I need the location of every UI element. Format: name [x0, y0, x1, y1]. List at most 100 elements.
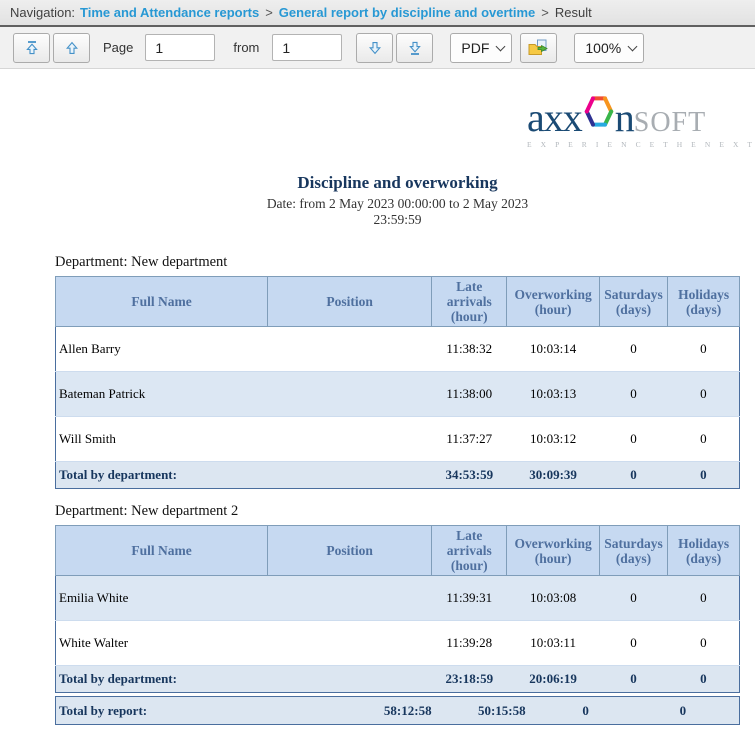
breadcrumb-separator: > — [265, 5, 273, 20]
logo-tagline: E X P E R I E N C E T H E N E X T ° — [527, 140, 740, 149]
axxonsoft-logo: axx n SOFT E X P E R I E N C E T H E N E… — [527, 95, 740, 149]
department-total-row: Total by department:34:53:5930:09:3900 — [56, 462, 740, 489]
breadcrumb-link[interactable]: General report by discipline and overtim… — [279, 5, 535, 20]
cell-position — [268, 417, 432, 462]
department-total-value: 20:06:19 — [507, 666, 599, 693]
next-page-button[interactable] — [356, 33, 393, 63]
report-date-line2: 23:59:59 — [55, 212, 740, 228]
cell-value: 0 — [599, 621, 667, 666]
cell-position — [268, 576, 432, 621]
report-total-label: Total by report: — [56, 697, 357, 725]
report-total-value: 0 — [627, 697, 740, 725]
cell-full-name: Bateman Patrick — [56, 372, 268, 417]
cell-value: 0 — [599, 576, 667, 621]
report-total-value: 0 — [545, 697, 627, 725]
breadcrumb: Time and Attendance reports > General repo… — [80, 5, 592, 20]
column-header: Saturdays (days) — [599, 526, 667, 576]
cell-full-name: Will Smith — [56, 417, 268, 462]
column-header: Late arrivals (hour) — [432, 277, 507, 327]
column-header: Overworking (hour) — [507, 277, 599, 327]
arrow-down-to-line-icon — [407, 40, 423, 56]
report-date-line1: Date: from 2 May 2023 00:00:00 to 2 May … — [55, 196, 740, 212]
cell-full-name: Emilia White — [56, 576, 268, 621]
table-row: Will Smith11:37:2710:03:1200 — [56, 417, 740, 462]
page-number-input[interactable] — [145, 34, 215, 61]
cell-full-name: White Walter — [56, 621, 268, 666]
export-button[interactable] — [520, 33, 557, 63]
department-table: Full NamePositionLate arrivals (hour)Ove… — [55, 525, 740, 693]
cell-value: 0 — [668, 576, 740, 621]
department-total-value: 0 — [668, 666, 740, 693]
cell-value: 11:39:31 — [432, 576, 507, 621]
cell-value: 11:38:32 — [432, 327, 507, 372]
cell-value: 10:03:14 — [507, 327, 599, 372]
table-row: Emilia White11:39:3110:03:0800 — [56, 576, 740, 621]
breadcrumb-link[interactable]: Time and Attendance reports — [80, 5, 259, 20]
column-header: Holidays (days) — [668, 277, 740, 327]
from-label: from — [233, 40, 259, 55]
cell-value: 10:03:11 — [507, 621, 599, 666]
table-header-row: Full NamePositionLate arrivals (hour)Ove… — [56, 277, 740, 327]
cell-value: 10:03:08 — [507, 576, 599, 621]
department-total-value: 0 — [668, 462, 740, 489]
cell-value: 10:03:13 — [507, 372, 599, 417]
department-total-value: 0 — [599, 666, 667, 693]
breadcrumb-separator: > — [541, 5, 549, 20]
column-header: Full Name — [56, 526, 268, 576]
column-header: Saturdays (days) — [599, 277, 667, 327]
column-header: Late arrivals (hour) — [432, 526, 507, 576]
table-row: Bateman Patrick11:38:0010:03:1300 — [56, 372, 740, 417]
arrow-up-icon — [64, 40, 80, 56]
report-total-value: 58:12:58 — [356, 697, 459, 725]
cell-value: 11:37:27 — [432, 417, 507, 462]
table-row: White Walter11:39:2810:03:1100 — [56, 621, 740, 666]
department-label: Department: New department 2 — [55, 503, 740, 520]
cell-value: 0 — [668, 327, 740, 372]
department-total-row: Total by department:23:18:5920:06:1900 — [56, 666, 740, 693]
department-total-value: 23:18:59 — [432, 666, 507, 693]
logo-text-left: axx — [527, 102, 582, 133]
last-page-button[interactable] — [396, 33, 433, 63]
cell-value: 0 — [668, 417, 740, 462]
report-title: Discipline and overworking — [55, 173, 740, 193]
cell-value: 0 — [599, 327, 667, 372]
column-header: Holidays (days) — [668, 526, 740, 576]
arrow-up-to-line-icon — [24, 40, 40, 56]
logo-soft-text: SOFT — [634, 112, 706, 133]
column-header: Position — [268, 277, 432, 327]
department-table: Full NamePositionLate arrivals (hour)Ove… — [55, 276, 740, 489]
department-label: Department: New department — [55, 254, 740, 271]
export-format-select[interactable]: PDF — [450, 33, 512, 63]
cell-position — [268, 372, 432, 417]
cell-position — [268, 327, 432, 372]
department-total-value: 30:09:39 — [507, 462, 599, 489]
column-header: Position — [268, 526, 432, 576]
column-header: Full Name — [56, 277, 268, 327]
navigation-label: Navigation: — [10, 5, 75, 20]
cell-position — [268, 621, 432, 666]
table-header-row: Full NamePositionLate arrivals (hour)Ove… — [56, 526, 740, 576]
report-total-table: Total by report:58:12:5850:15:5800 — [55, 696, 740, 725]
logo-text-right: n — [615, 102, 634, 133]
breadcrumb-current: Result — [555, 5, 592, 20]
cell-value: 0 — [668, 372, 740, 417]
navigation-bar: Navigation: Time and Attendance reports >… — [0, 0, 755, 27]
previous-page-button[interactable] — [53, 33, 90, 63]
column-header: Overworking (hour) — [507, 526, 599, 576]
report-total-value: 50:15:58 — [459, 697, 545, 725]
report-total-row: Total by report:58:12:5850:15:5800 — [56, 697, 740, 725]
cell-value: 10:03:12 — [507, 417, 599, 462]
page-total-input[interactable] — [272, 34, 342, 61]
export-document-icon — [528, 39, 549, 57]
zoom-level-select[interactable]: 100% — [574, 33, 644, 63]
cell-value: 0 — [599, 372, 667, 417]
first-page-button[interactable] — [13, 33, 50, 63]
report-date-range: Date: from 2 May 2023 00:00:00 to 2 May … — [55, 196, 740, 228]
report-toolbar: Page from PDF — [0, 27, 755, 69]
department-total-value: 34:53:59 — [432, 462, 507, 489]
page-label: Page — [103, 40, 133, 55]
department-total-value: 0 — [599, 462, 667, 489]
hexagon-logo-icon — [584, 95, 614, 133]
cell-value: 0 — [668, 621, 740, 666]
cell-value: 11:39:28 — [432, 621, 507, 666]
